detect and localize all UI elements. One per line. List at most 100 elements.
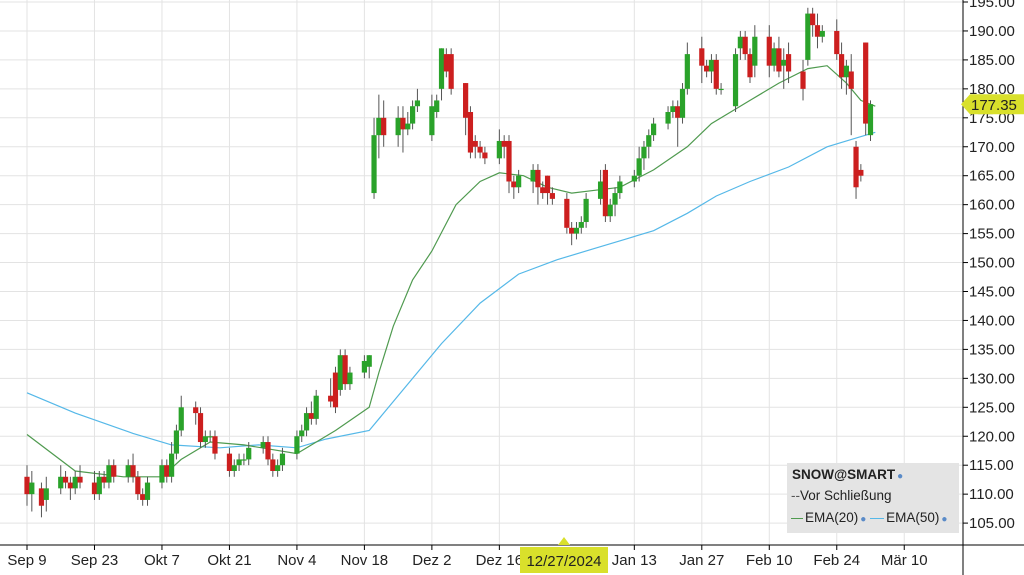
candle-body [665,112,671,124]
candle-body [482,152,488,159]
x-tick-label: Sep 9 [7,552,46,569]
candle-body [834,30,840,55]
candle-body [38,488,45,506]
candle [337,349,343,396]
candle-body [564,198,570,228]
candle-body [173,430,180,454]
ema20-settings-icon[interactable]: ● [860,514,866,525]
candle-body [704,65,710,72]
x-tick-label: Dez 16 [476,552,524,569]
x-tick-label: Feb 24 [813,552,860,569]
candle-body [443,54,449,72]
y-tick-label: 190.00 [969,23,1015,40]
candle-body [679,88,686,118]
ema50-settings-icon[interactable]: ● [941,514,947,525]
y-tick-label: 160.00 [969,197,1015,214]
candle-body [863,42,869,124]
x-axis: Sep 9 Sep 23 Okt 7 Okt 21 Nov 4 Nov 18 Dez 2 De… [7,545,928,569]
x-tick-label: Jan 27 [679,552,724,569]
candle-body [477,146,483,153]
candle-body [67,482,73,489]
candle-body [24,476,30,495]
candle-body [732,54,739,107]
candle-body [29,482,35,495]
candle [332,366,339,414]
candle-body [597,181,604,199]
candle-body [535,169,541,188]
candle-body [429,106,435,136]
x-tick-label: Nov 4 [277,552,316,569]
candle-body [260,442,266,448]
candle-body [549,193,555,199]
y-tick-label: 195.00 [969,0,1015,11]
candle-body [294,436,300,454]
candle-body [270,459,276,471]
candle-body [207,436,213,438]
y-tick-label: 110.00 [969,486,1014,503]
candle-body [848,71,854,89]
candle [805,7,811,66]
dashed-line-icon: -- [791,488,800,503]
candle-body [347,372,353,385]
candle-body [544,175,551,194]
candle [342,349,348,390]
x-tick-label: Okt 7 [144,552,180,569]
candle-body [602,169,608,217]
candle-body [159,465,165,483]
candle-body [578,222,584,228]
x-tick-label: Feb 10 [746,552,793,569]
candle [467,106,474,159]
legend-ema20: EMA(20) [805,510,859,525]
candle-body [279,453,286,466]
candle-body [785,54,792,72]
candle-body [569,227,575,234]
candle-body [747,54,753,78]
candle-body [742,36,748,55]
candle-body [708,59,715,72]
candle [863,42,869,136]
candle-body [583,198,589,223]
candle-body [810,13,816,26]
x-tick-label: Dez 2 [412,552,451,569]
candle-body [77,476,83,483]
candle-body [236,459,242,466]
candle-body [328,395,334,402]
candle-body [62,476,69,483]
y-axis: 195.00190.00185.00180.00175.00170.00165.… [963,0,1015,532]
candle-body [612,193,618,205]
cursor-date-text: 12/27/2024 [526,553,601,570]
y-tick-label: 135.00 [969,341,1015,358]
candle-body [169,453,175,477]
candle-body [819,30,825,37]
candle-body [106,465,112,483]
candle-body [718,88,724,91]
candle-body [111,465,117,477]
candle-body [713,59,719,89]
legend-ema-row: EMA(20) ● EMA(50) ● [791,510,947,525]
legend-symbol: SNOW@SMART ● [792,467,904,482]
candle-body [684,54,690,89]
y-tick-label: 125.00 [969,399,1015,416]
y-tick-label: 115.00 [969,457,1014,474]
candle-body [805,13,811,60]
candle-body [231,465,237,471]
candle-body [381,117,387,136]
candle-body [275,465,281,471]
x-tick-label: Mär 10 [881,552,928,569]
candle-body [140,494,146,500]
y-tick-label: 140.00 [969,312,1015,329]
candle-body [144,482,151,500]
candle-body [814,25,821,37]
y-tick-label: 155.00 [969,226,1015,243]
candle-body [313,395,319,419]
candle-body [636,158,642,176]
candle-body [843,65,849,78]
candle-body [366,355,372,367]
candle-body [414,100,421,107]
y-tick-label: 165.00 [969,168,1015,185]
candle-body [212,436,218,454]
candle-body [781,59,787,66]
legend-symbol-dot-icon[interactable]: ● [897,471,903,482]
candle-body [376,117,382,136]
candle-body [43,488,49,500]
